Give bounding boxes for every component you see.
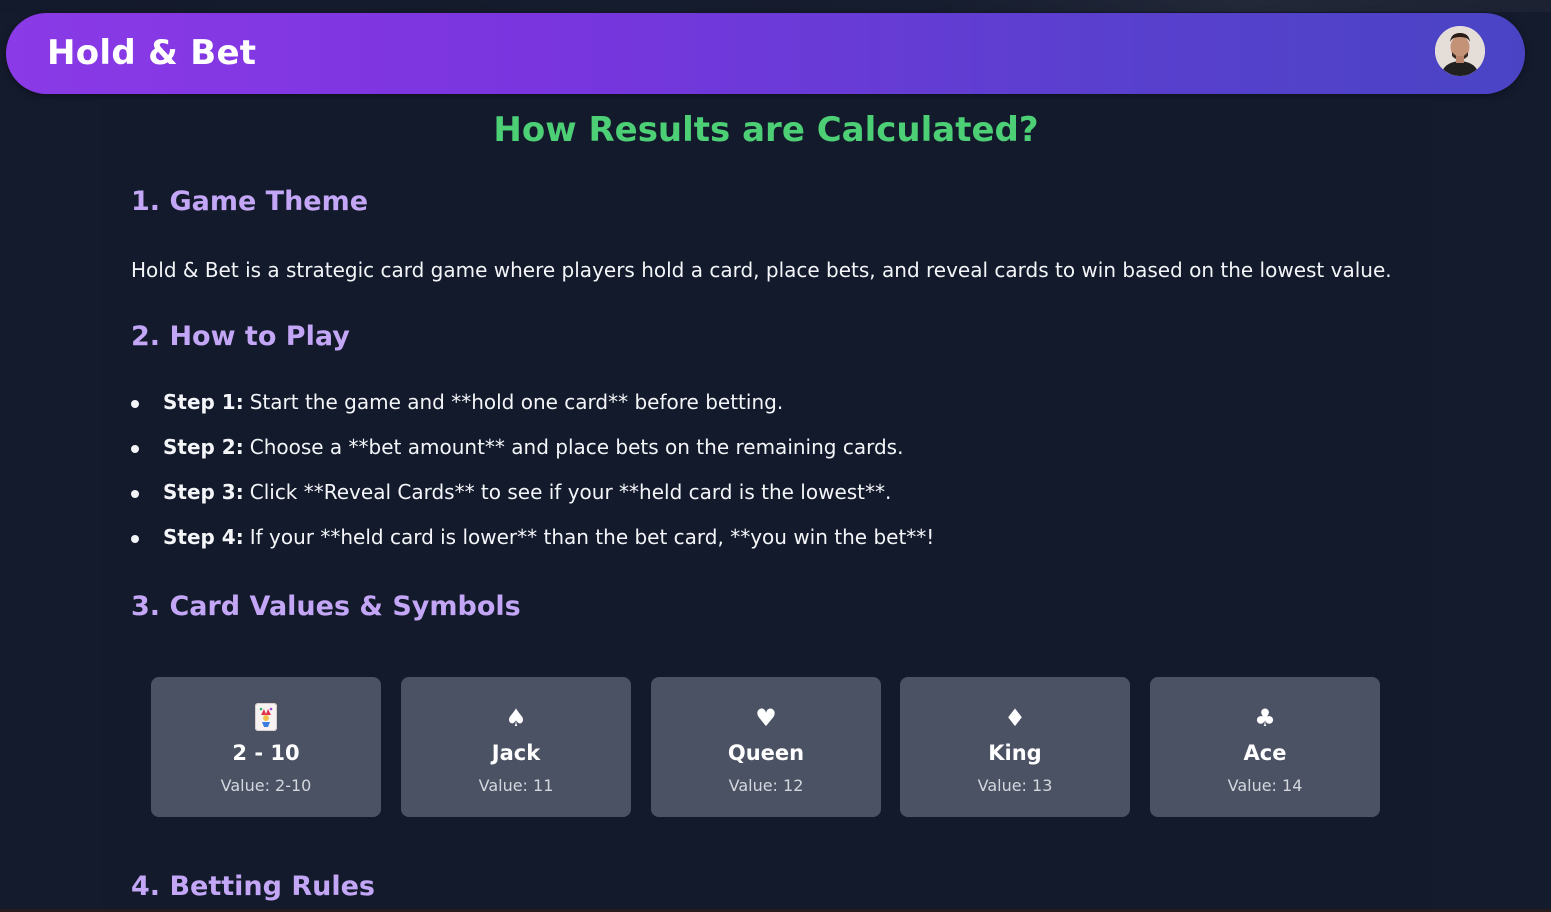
card-tile-ace: ♣ Ace Value: 14	[1150, 677, 1380, 817]
card-value: Value: 12	[728, 776, 804, 795]
page-title: How Results are Calculated?	[493, 110, 1039, 150]
section-heading-betting-rules: 4. Betting Rules	[131, 871, 376, 902]
step-text: If your **held card is lower** than the …	[249, 525, 935, 549]
brand-logo-text[interactable]: Hold & Bet	[47, 33, 256, 73]
card-name: King	[988, 741, 1042, 765]
card-tile-jack: ♠ Jack Value: 11	[401, 677, 631, 817]
avatar-image	[1435, 26, 1485, 76]
card-value: Value: 14	[1227, 776, 1303, 795]
step-label: Step 2:	[163, 435, 244, 459]
card-name: Queen	[727, 741, 805, 765]
card-name: Ace	[1243, 741, 1287, 765]
bullet-icon	[131, 400, 139, 408]
user-avatar[interactable]	[1435, 26, 1485, 76]
spade-icon: ♠	[505, 704, 527, 732]
section-heading-game-theme: 1. Game Theme	[131, 186, 369, 217]
list-item-step-4: Step 4: If your **held card is lower** th…	[131, 525, 934, 570]
card-tile-queen: ♥ Queen Value: 12	[651, 677, 881, 817]
step-label: Step 3:	[163, 480, 244, 504]
game-theme-description: Hold & Bet is a strategic card game wher…	[131, 258, 1392, 282]
list-item-step-2: Step 2: Choose a **bet amount** and place…	[131, 435, 934, 480]
section-heading-card-values: 3. Card Values & Symbols	[131, 591, 521, 622]
list-item-step-3: Step 3: Click **Reveal Cards** to see if …	[131, 480, 934, 525]
card-tile-2-10: 2 - 10 Value: 2-10	[151, 677, 381, 817]
joker-card-icon	[151, 703, 381, 733]
results-info-panel: How Results are Calculated? 1. Game Them…	[101, 100, 1431, 912]
step-text: Choose a **bet amount** and place bets o…	[249, 435, 904, 459]
step-text: Click **Reveal Cards** to see if your **…	[249, 480, 892, 504]
heart-icon: ♥	[755, 704, 777, 732]
club-icon: ♣	[1254, 704, 1276, 732]
bullet-icon	[131, 535, 139, 543]
card-tile-king: ♦ King Value: 13	[900, 677, 1130, 817]
list-item-step-1: Step 1: Start the game and **hold one car…	[131, 390, 934, 435]
card-value: Value: 2-10	[220, 776, 312, 795]
card-name: 2 - 10	[232, 741, 300, 765]
card-value: Value: 13	[977, 776, 1053, 795]
card-values-grid: 2 - 10 Value: 2-10 ♠ Jack Value: 11 ♥ Qu…	[151, 677, 1381, 817]
bullet-icon	[131, 445, 139, 453]
page: Hold & Bet How Results are Calculated? 1…	[0, 0, 1551, 912]
step-label: Step 1:	[163, 390, 244, 414]
step-label: Step 4:	[163, 525, 244, 549]
section-heading-how-to-play: 2. How to Play	[131, 321, 350, 352]
step-text: Start the game and **hold one card** bef…	[249, 390, 784, 414]
diamond-icon: ♦	[1004, 704, 1026, 732]
card-name: Jack	[491, 741, 541, 765]
bullet-icon	[131, 490, 139, 498]
card-value: Value: 11	[478, 776, 554, 795]
navbar: Hold & Bet	[6, 13, 1525, 94]
browser-top-strip	[0, 0, 1551, 12]
how-to-play-steps: Step 1: Start the game and **hold one car…	[131, 390, 934, 570]
